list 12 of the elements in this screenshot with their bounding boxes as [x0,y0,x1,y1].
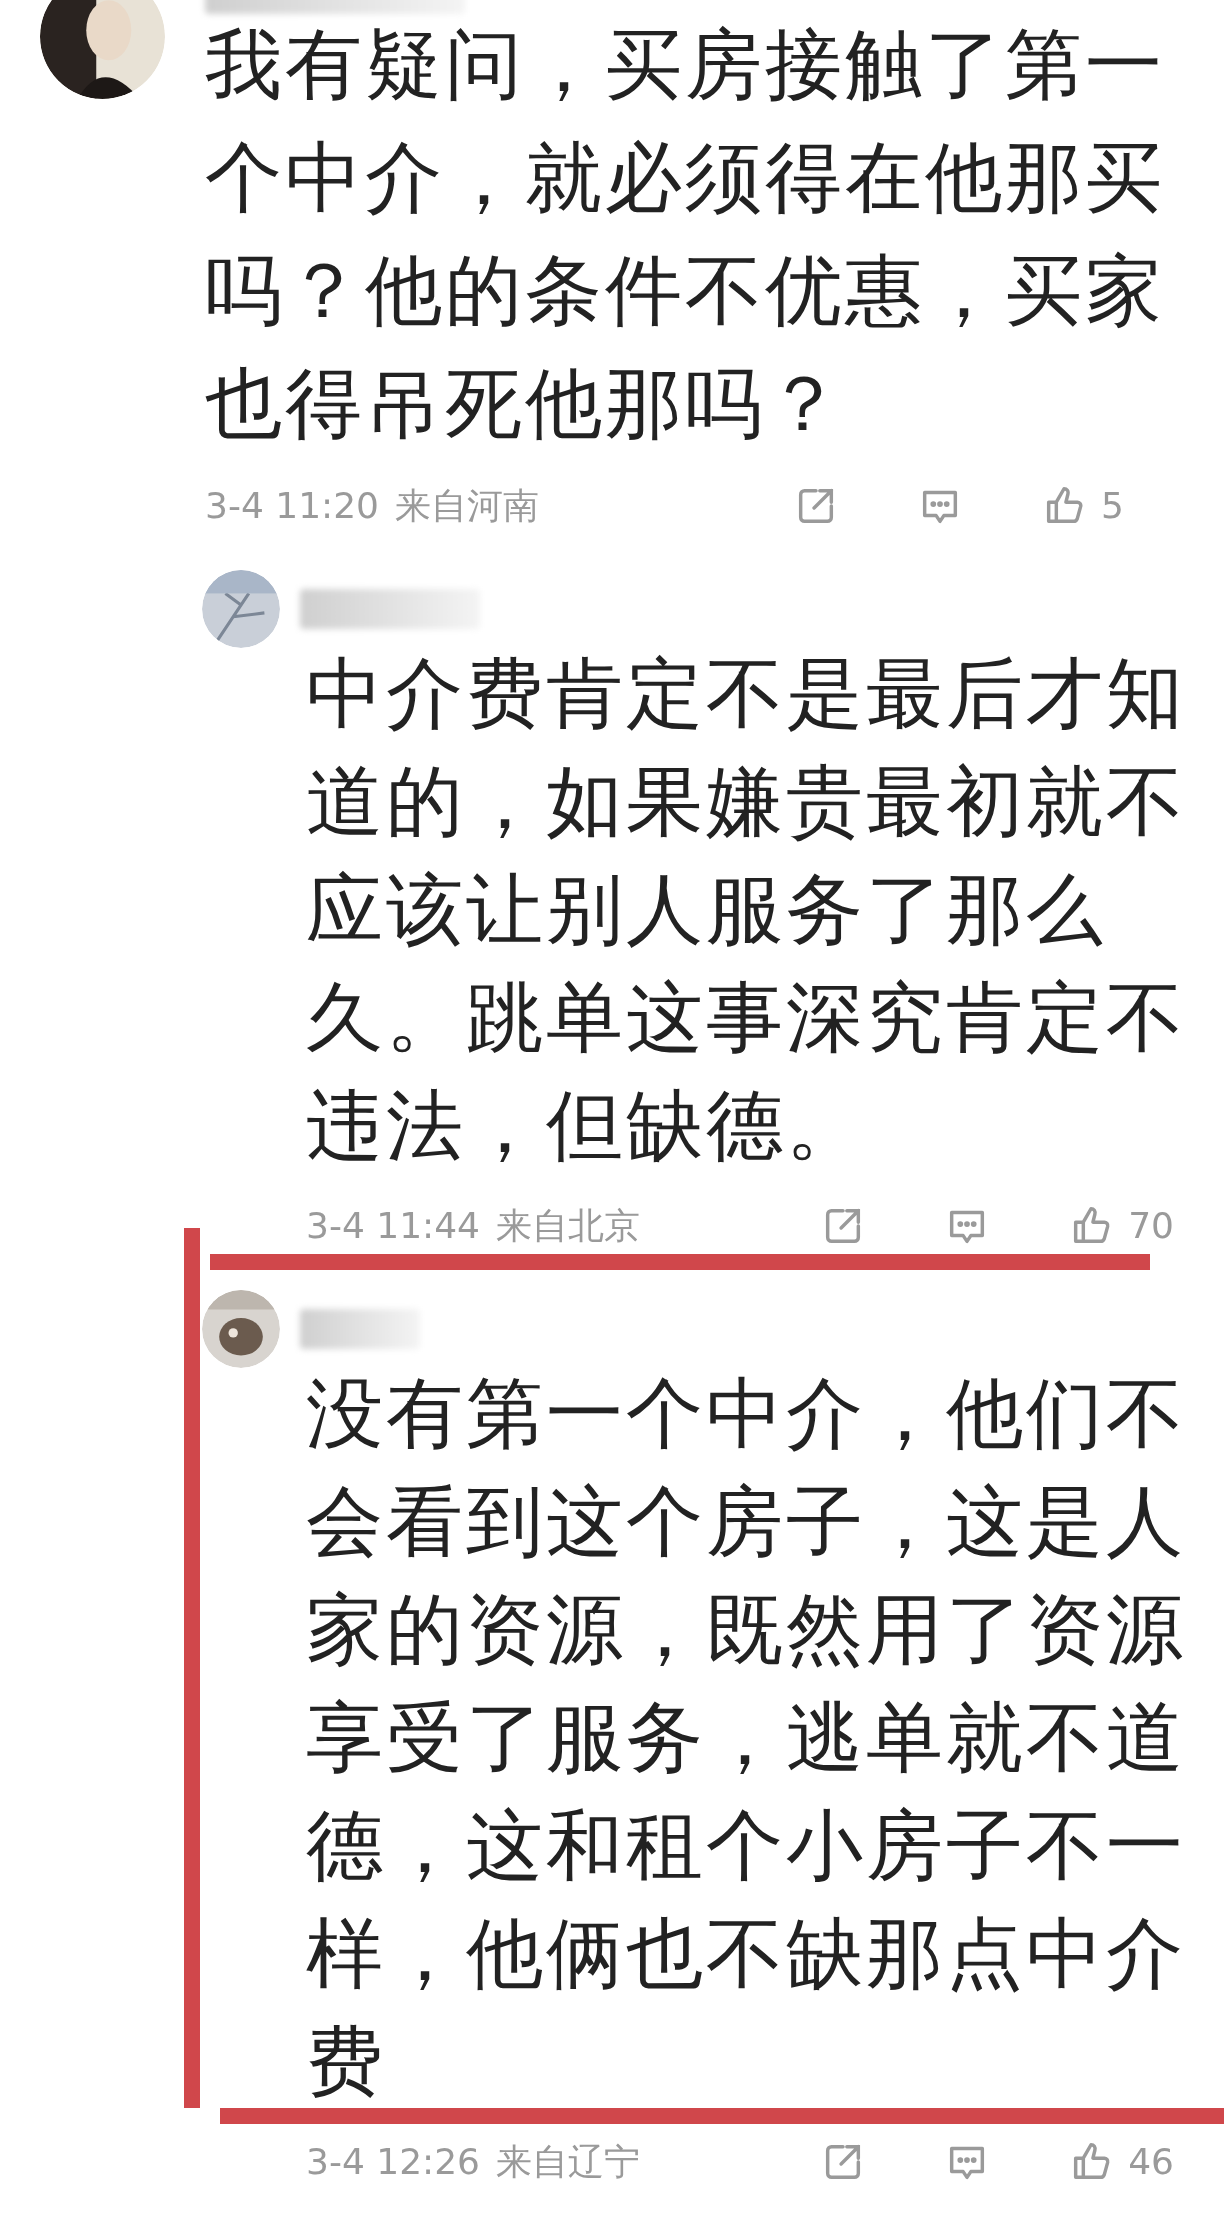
comment-location: 来自辽宁 [496,2140,640,2184]
comment-time: 3-4 11:20 [205,484,379,528]
like-count: 46 [1128,2140,1174,2184]
comment-text: 我有疑问，买房接触了第一个中介，就必须得在他那买吗？他的条件不优惠，买家也得吊死他那吗？ [205,19,1166,450]
comment-time: 3-4 11:44 [306,1204,480,1248]
comment-text: 中介费肯定不是最后才知道的，如果嫌贵最初就不应该让别人服务了那么久。跳单这事深究肯定不违法，但缺德。 [306,648,1187,1172]
comment-location: 来自北京 [496,1204,640,1248]
comment-text: 没有第一个中介，他们不会看到这个房子，这是人家的资源，既然用了资源享受了服务，逃单就不道德，这和租个小房子不一样，他俩也不缺那点中介费 [306,1368,1187,2108]
like-count: 5 [1101,484,1125,528]
like-count: 70 [1128,1204,1174,1248]
comment-time: 3-4 12:26 [306,2140,480,2184]
comment-location: 来自河南 [395,484,539,528]
